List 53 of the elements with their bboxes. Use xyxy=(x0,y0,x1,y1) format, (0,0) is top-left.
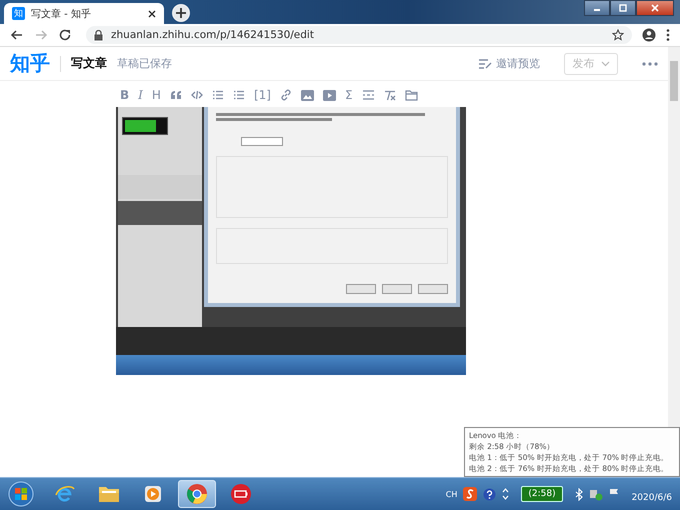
formula-button[interactable]: Σ xyxy=(344,88,353,102)
bluetooth-icon[interactable] xyxy=(574,488,583,500)
site-icon: 知 xyxy=(12,7,25,20)
menu-icon[interactable] xyxy=(666,28,670,42)
battery-tray-button[interactable]: (2:58) xyxy=(521,486,563,502)
save-status: 草稿已保存 xyxy=(117,56,172,71)
image-icon[interactable] xyxy=(300,90,314,100)
pencil-lines-icon xyxy=(478,58,492,70)
reference-button[interactable]: [1] xyxy=(254,88,271,102)
close-icon[interactable] xyxy=(148,10,156,18)
star-icon[interactable] xyxy=(612,29,624,41)
video-icon[interactable] xyxy=(322,90,336,100)
lock-icon xyxy=(94,30,103,40)
browser-icon xyxy=(186,483,208,505)
tray-caret-icon[interactable] xyxy=(502,488,510,500)
close-icon xyxy=(651,4,659,12)
tab-title: 写文章 - 知乎 xyxy=(31,8,92,20)
site-logo[interactable]: 知乎 xyxy=(10,50,50,77)
taskbar-app[interactable] xyxy=(178,480,216,508)
language-indicator[interactable]: CH xyxy=(446,490,458,498)
caret-icon xyxy=(600,60,610,66)
italic-button[interactable]: I xyxy=(138,88,143,102)
link-icon[interactable] xyxy=(280,89,292,101)
new-tab-button[interactable] xyxy=(172,4,190,22)
network-icon[interactable] xyxy=(588,488,603,500)
folder-icon[interactable] xyxy=(404,90,418,100)
input-method-icon[interactable] xyxy=(463,487,478,501)
start-button[interactable] xyxy=(8,481,34,507)
back-icon[interactable] xyxy=(10,28,24,42)
page-title: 写文章 xyxy=(71,55,107,72)
code-icon[interactable] xyxy=(190,90,203,100)
account-icon[interactable] xyxy=(642,28,656,42)
play-icon xyxy=(143,484,163,504)
maximize-icon xyxy=(619,4,627,12)
divider-icon[interactable] xyxy=(362,90,375,100)
close-button[interactable] xyxy=(636,0,674,16)
bullet-list-icon[interactable] xyxy=(212,90,224,100)
folder-icon xyxy=(98,484,120,504)
quote-icon[interactable] xyxy=(170,90,182,100)
preview-button[interactable]: 邀请预览 xyxy=(478,56,540,71)
numbered-list-icon[interactable] xyxy=(232,90,245,100)
heading-button[interactable]: H xyxy=(152,88,161,102)
clear-format-icon[interactable] xyxy=(384,90,396,100)
address-bar[interactable]: zhuanlan.zhihu.com/p/146241530/edit xyxy=(86,26,632,44)
clock-date[interactable]: 2020/6/6 xyxy=(632,493,672,503)
reload-icon[interactable] xyxy=(58,28,72,42)
bold-button[interactable]: B xyxy=(120,88,130,102)
minimize-button[interactable] xyxy=(584,0,610,16)
help-icon[interactable] xyxy=(483,488,496,500)
more-icon[interactable] xyxy=(642,62,658,66)
battery-icon xyxy=(230,483,252,505)
browser-tab[interactable]: 知 写文章 - 知乎 xyxy=(4,3,164,24)
maximize-button[interactable] xyxy=(610,0,636,16)
